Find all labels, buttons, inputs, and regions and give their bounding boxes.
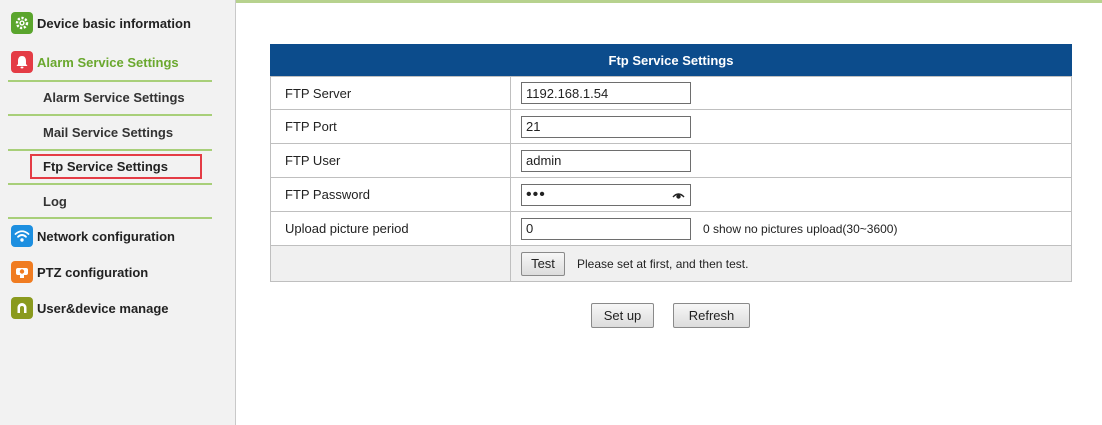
field-label: FTP User bbox=[271, 144, 511, 177]
form-row-ftp-server: FTP Server bbox=[270, 76, 1072, 110]
form-row-upload-picture-period: Upload picture period 0 show no pictures… bbox=[270, 212, 1072, 246]
user-icon bbox=[11, 297, 33, 319]
top-accent-line bbox=[236, 0, 1102, 3]
sidebar: Device basic information Alarm Service S… bbox=[0, 0, 236, 425]
sidebar-category-user-device-manage[interactable]: User&device manage bbox=[0, 291, 235, 325]
ftp-password-input[interactable] bbox=[521, 183, 691, 206]
gear-icon bbox=[11, 12, 33, 34]
sidebar-category-device-basic-information[interactable]: Device basic information bbox=[0, 6, 235, 40]
sidebar-category-label: Device basic information bbox=[37, 15, 191, 31]
sidebar-item-label: Log bbox=[43, 194, 67, 209]
camera-icon bbox=[11, 261, 33, 283]
form-row-ftp-user: FTP User bbox=[270, 144, 1072, 178]
bell-icon bbox=[11, 51, 33, 73]
form-row-ftp-port: FTP Port bbox=[270, 110, 1072, 144]
ftp-user-input[interactable] bbox=[521, 149, 691, 172]
upload-period-input[interactable] bbox=[521, 217, 691, 240]
show-password-eye-icon[interactable] bbox=[672, 189, 685, 203]
panel-title: Ftp Service Settings bbox=[270, 44, 1072, 76]
form-row-test: Test Please set at first, and then test. bbox=[270, 246, 1072, 282]
test-button[interactable]: Test bbox=[521, 251, 565, 276]
sidebar-category-label: Alarm Service Settings bbox=[37, 54, 179, 70]
selected-item-highlight bbox=[30, 154, 202, 179]
sidebar-item-log[interactable]: Log bbox=[0, 185, 235, 218]
field-label: FTP Port bbox=[271, 110, 511, 143]
form-row-ftp-password: FTP Password bbox=[270, 178, 1072, 212]
sidebar-category-alarm-service-settings[interactable]: Alarm Service Settings bbox=[0, 45, 235, 79]
sidebar-category-label: PTZ configuration bbox=[37, 264, 149, 280]
empty-cell bbox=[271, 246, 511, 281]
field-label: FTP Password bbox=[271, 178, 511, 211]
refresh-button[interactable]: Refresh bbox=[673, 303, 750, 328]
wifi-icon bbox=[11, 225, 33, 247]
sidebar-item-label: Alarm Service Settings bbox=[43, 90, 185, 105]
upload-period-hint: 0 show no pictures upload(30~3600) bbox=[703, 221, 898, 236]
sidebar-category-ptz-configuration[interactable]: PTZ configuration bbox=[0, 255, 235, 289]
setup-button[interactable]: Set up bbox=[591, 303, 654, 328]
sidebar-item-label: Mail Service Settings bbox=[43, 125, 174, 140]
field-label: FTP Server bbox=[271, 77, 511, 109]
sidebar-item-alarm-service-settings[interactable]: Alarm Service Settings bbox=[0, 81, 235, 114]
ftp-port-input[interactable] bbox=[521, 115, 691, 138]
sidebar-category-label: User&device manage bbox=[37, 300, 169, 316]
field-label: Upload picture period bbox=[271, 212, 511, 245]
sidebar-category-label: Network configuration bbox=[37, 228, 175, 244]
sidebar-item-mail-service-settings[interactable]: Mail Service Settings bbox=[0, 116, 235, 149]
ftp-server-input[interactable] bbox=[521, 82, 691, 104]
sidebar-category-network-configuration[interactable]: Network configuration bbox=[0, 219, 235, 253]
test-hint: Please set at first, and then test. bbox=[577, 256, 749, 271]
